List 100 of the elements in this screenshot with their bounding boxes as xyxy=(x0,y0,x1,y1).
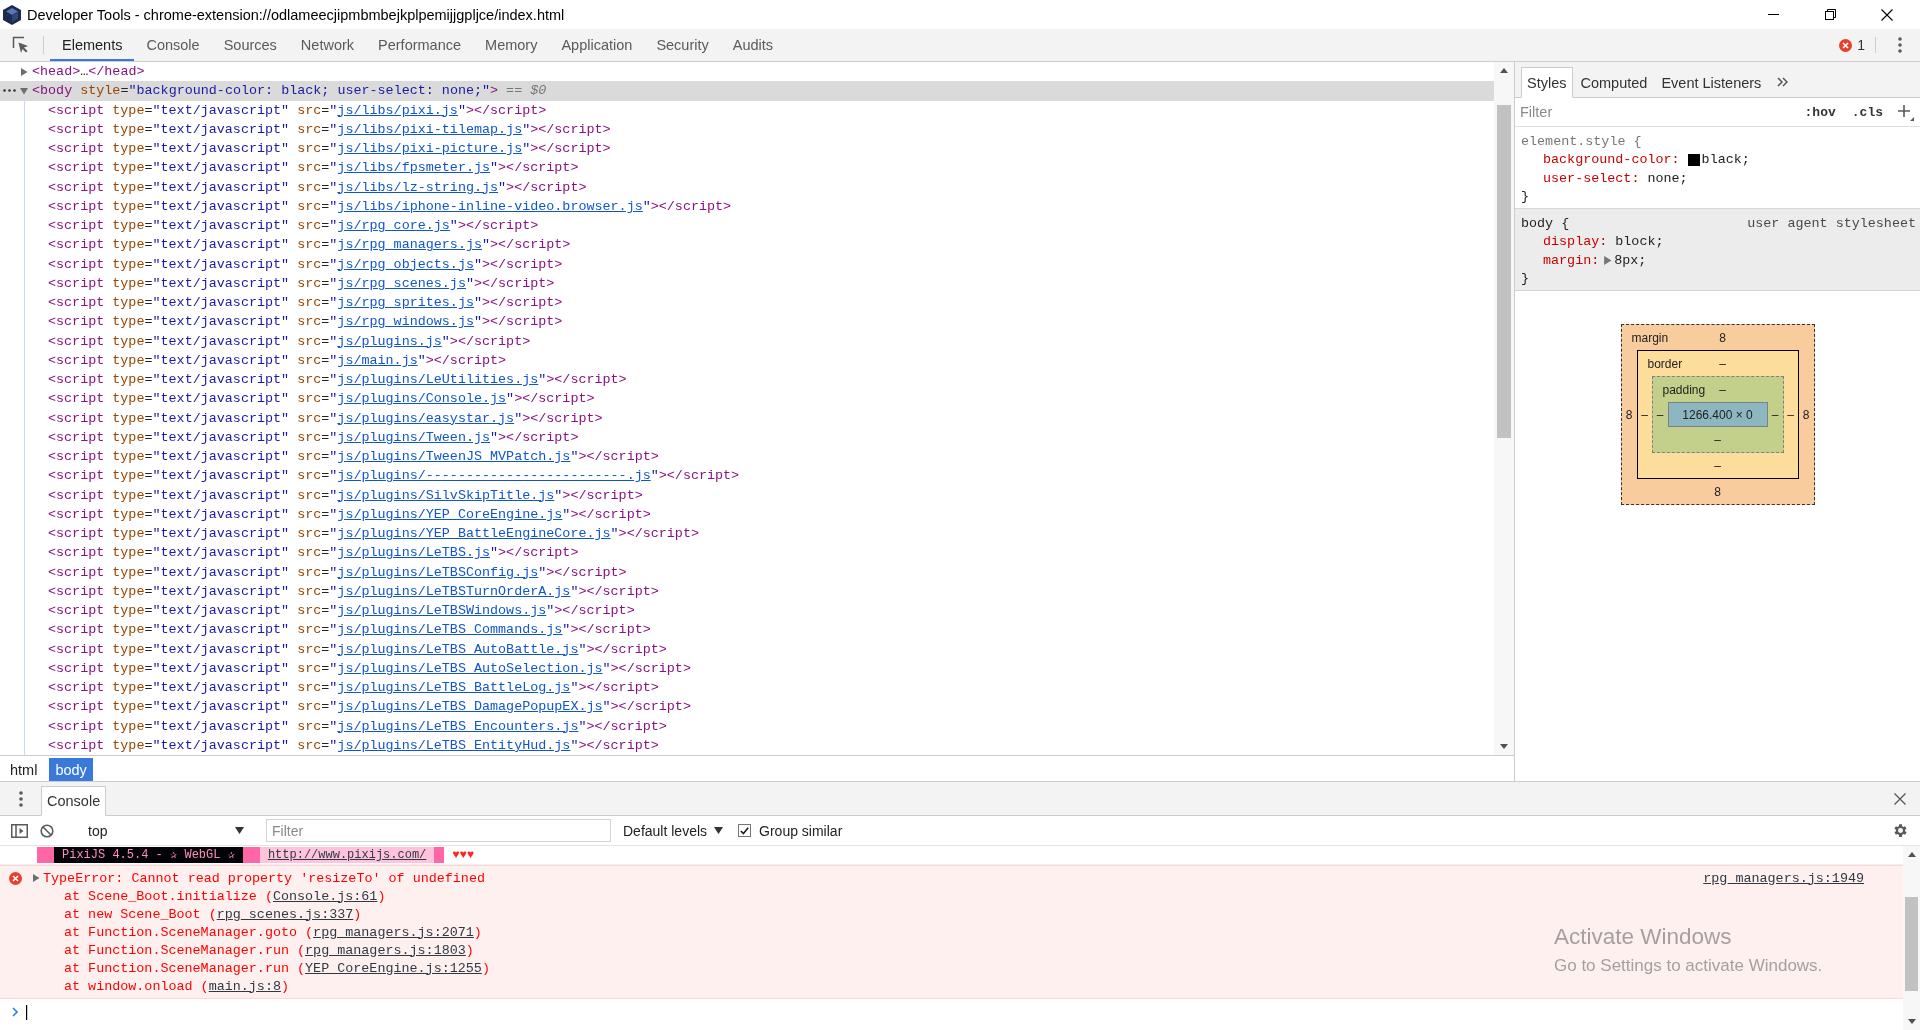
css-property-value[interactable]: none; xyxy=(1647,170,1688,186)
source-link[interactable]: rpg_managers.js:1949 xyxy=(1703,870,1864,886)
dom-node[interactable]: <body style="background-color: black; user-select: none;"> xyxy=(32,81,499,101)
panel-tab[interactable]: Network xyxy=(288,29,367,61)
dom-node[interactable]: <script type="text/javascript" src="js/plugins/YEP_BattleEngineCore.js"></script> xyxy=(48,524,699,544)
color-swatch-icon[interactable] xyxy=(1687,153,1700,166)
stack-frame-link[interactable]: main.js:8 xyxy=(208,978,281,994)
dom-node[interactable]: <script type="text/javascript" src="js/plugins/LeTBS_AutoBattle.js"></script> xyxy=(48,639,667,659)
resource-link[interactable]: js/libs/fpsmeter.js xyxy=(337,160,491,176)
resource-link[interactable]: js/rpg_scenes.js xyxy=(337,275,466,291)
resource-link[interactable]: js/plugins/LeTBS_AutoBattle.js xyxy=(337,641,579,657)
checkbox[interactable] xyxy=(738,824,752,837)
scroll-down-icon[interactable] xyxy=(1500,744,1508,749)
dom-node[interactable]: <script type="text/javascript" src="js/rpg_scenes.js"></script> xyxy=(48,273,555,293)
dom-node[interactable]: <script type="text/javascript" src="js/plugins/LeTBSWindows.js"></script> xyxy=(48,601,635,621)
dom-node[interactable]: <script type="text/javascript" src="js/rpg_core.js"></script> xyxy=(48,216,539,236)
triangle-right-icon[interactable] xyxy=(1603,255,1613,265)
resource-link[interactable]: js/rpg_windows.js xyxy=(337,314,474,330)
checkbox-label[interactable]: Group similar xyxy=(759,822,843,839)
dom-node[interactable]: <script type="text/javascript" src="js/plugins/Tween.js"></script> xyxy=(48,427,579,447)
panel-tab[interactable]: Sources xyxy=(211,29,289,61)
sidebar-tab[interactable]: Styles xyxy=(1521,67,1573,98)
triangle-right-icon[interactable] xyxy=(20,67,28,76)
scrollbar-thumb[interactable] xyxy=(1905,897,1918,991)
dom-node[interactable]: <script type="text/javascript" src="js/plugins/LeTBSConfig.js"></script> xyxy=(48,562,627,582)
stack-frame-link[interactable]: Console.js:61 xyxy=(272,888,378,904)
dom-node[interactable]: <script type="text/javascript" src="js/plugins.js"></script> xyxy=(48,331,531,351)
breadcrumb[interactable]: html xyxy=(4,758,44,781)
stack-frame-link[interactable]: YEP_CoreEngine.js:1255 xyxy=(305,960,482,976)
css-property-value[interactable]: black; xyxy=(1701,152,1750,168)
resource-link[interactable]: js/plugins/LeTBS_AutoSelection.js xyxy=(337,660,603,676)
sidebar-tab[interactable]: Event Listeners xyxy=(1655,67,1768,98)
resource-link[interactable]: js/plugins/Console.js xyxy=(337,391,507,407)
state-toggle-button[interactable]: :hov xyxy=(1798,104,1842,120)
dom-node[interactable]: <script type="text/javascript" src="js/plugins/LeTBS_AutoSelection.js"></script> xyxy=(48,658,691,678)
panel-tab[interactable]: Security xyxy=(644,29,721,61)
resource-link[interactable]: js/libs/iphone-inline-video.browser.js xyxy=(337,198,643,214)
resource-link[interactable]: js/plugins/YEP_CoreEngine.js xyxy=(337,506,563,522)
resource-link[interactable]: js/libs/pixi.js xyxy=(337,102,458,118)
panel-tab[interactable]: Audits xyxy=(720,29,786,61)
dom-node[interactable]: <script type="text/javascript" src="js/libs/iphone-inline-video.browser.js"></script> xyxy=(48,196,732,216)
resource-link[interactable]: js/rpg_objects.js xyxy=(337,256,474,272)
stack-frame-link[interactable]: rpg_managers.js:1803 xyxy=(305,942,466,958)
resource-link[interactable]: js/plugins/LeTBS_Encounters.js xyxy=(337,718,579,734)
resource-link[interactable]: js/plugins/LeTBS_Commands.js xyxy=(337,622,563,638)
dom-node[interactable]: <script type="text/javascript" src="js/libs/fpsmeter.js"></script> xyxy=(48,158,579,178)
resource-link[interactable]: js/plugins/LeTBSWindows.js xyxy=(337,603,547,619)
resource-link[interactable]: js/plugins/SilvSkipTitle.js xyxy=(337,487,555,503)
dom-node[interactable]: <script type="text/javascript" src="js/libs/pixi.js"></script> xyxy=(48,100,547,120)
resource-link[interactable]: js/plugins/easystar.js xyxy=(337,410,515,426)
css-property-name[interactable]: background-color: xyxy=(1543,152,1680,168)
resource-link[interactable]: js/plugins/YEP_BattleEngineCore.js xyxy=(337,526,611,542)
drawer-tab[interactable]: Console xyxy=(41,786,107,816)
scroll-up-icon[interactable] xyxy=(1500,68,1508,73)
dom-node[interactable]: <script type="text/javascript" src="js/plugins/-------------------------.js"></script> xyxy=(48,466,740,486)
css-property-value[interactable]: block; xyxy=(1615,234,1664,250)
panel-tab[interactable]: Console xyxy=(134,29,212,61)
resource-link[interactable]: js/plugins/LeTBS_BattleLog.js xyxy=(337,680,571,696)
vertical-scrollbar[interactable] xyxy=(1494,62,1514,755)
resource-link[interactable]: js/plugins/LeTBSConfig.js xyxy=(337,564,539,580)
dom-node[interactable]: <script type="text/javascript" src="js/plugins/LeTBS_EntityHud.js"></script> xyxy=(48,735,659,755)
dom-node[interactable]: <script type="text/javascript" src="js/libs/pixi-tilemap.js"></script> xyxy=(48,119,611,139)
vertical-scrollbar[interactable] xyxy=(1903,846,1920,1030)
sidebar-tab[interactable]: Computed xyxy=(1574,67,1654,98)
dom-node[interactable]: <script type="text/javascript" src="js/plugins/LeTBSTurnOrderA.js"></script> xyxy=(48,581,659,601)
panel-tab[interactable]: Performance xyxy=(366,29,474,61)
resource-link[interactable]: js/plugins/TweenJS_MVPatch.js xyxy=(337,449,571,465)
error-count-button[interactable]: 1 xyxy=(1833,29,1871,61)
resource-link[interactable]: js/main.js xyxy=(337,352,418,368)
panel-tab[interactable]: Memory xyxy=(473,29,550,61)
resource-link[interactable]: js/plugins.js xyxy=(337,333,442,349)
scrollbar-thumb[interactable] xyxy=(1497,105,1511,438)
resource-link[interactable]: js/plugins/LeUtilities.js xyxy=(337,372,539,388)
dom-node[interactable]: <script type="text/javascript" src="js/rpg_managers.js"></script> xyxy=(48,235,571,255)
triangle-down-icon[interactable] xyxy=(20,86,28,95)
state-toggle-button[interactable]: .cls xyxy=(1845,104,1889,120)
dom-node[interactable]: <script type="text/javascript" src="js/plugins/LeTBS_DamagePopupEX.js"></script> xyxy=(48,697,691,717)
dom-node[interactable]: <script type="text/javascript" src="js/plugins/TweenJS_MVPatch.js"></script> xyxy=(48,447,659,467)
resource-link[interactable]: js/libs/pixi-tilemap.js xyxy=(337,121,523,137)
dom-node[interactable]: <script type="text/javascript" src="js/plugins/LeUtilities.js"></script> xyxy=(48,370,627,390)
stack-frame-link[interactable]: rpg_scenes.js:337 xyxy=(216,906,354,922)
resource-link[interactable]: js/rpg_sprites.js xyxy=(337,295,474,311)
triangle-right-icon[interactable] xyxy=(32,874,40,882)
ellipsis-icon[interactable] xyxy=(3,89,16,93)
resource-link[interactable]: js/plugins/LeTBSTurnOrderA.js xyxy=(337,583,571,599)
panel-tab[interactable]: Elements xyxy=(50,29,135,61)
resource-link[interactable]: js/plugins/-------------------------.js xyxy=(337,468,651,484)
dom-node[interactable]: <script type="text/javascript" src="js/plugins/YEP_CoreEngine.js"></script> xyxy=(48,504,651,524)
dom-node[interactable]: <script type="text/javascript" src="js/plugins/LeTBS_BattleLog.js"></script> xyxy=(48,678,659,698)
scroll-down-icon[interactable] xyxy=(1907,1019,1916,1024)
dom-node[interactable]: <script type="text/javascript" src="js/libs/pixi-picture.js"></script> xyxy=(48,139,611,159)
dom-node[interactable]: <script type="text/javascript" src="js/rpg_objects.js"></script> xyxy=(48,254,563,274)
dom-node[interactable]: <script type="text/javascript" src="js/plugins/LeTBS_Commands.js"></script> xyxy=(48,620,651,640)
dom-node[interactable]: <script type="text/javascript" src="js/plugins/LeTBS.js"></script> xyxy=(48,543,579,563)
css-property-name[interactable]: margin: xyxy=(1543,252,1600,268)
panel-tab[interactable]: Application xyxy=(549,29,645,61)
resource-link[interactable]: js/plugins/LeTBS.js xyxy=(337,545,491,561)
css-property-name[interactable]: display: xyxy=(1543,234,1608,250)
dom-node[interactable]: <script type="text/javascript" src="js/plugins/easystar.js"></script> xyxy=(48,408,603,428)
dom-node[interactable]: <script type="text/javascript" src="js/plugins/SilvSkipTitle.js"></script> xyxy=(48,485,643,505)
